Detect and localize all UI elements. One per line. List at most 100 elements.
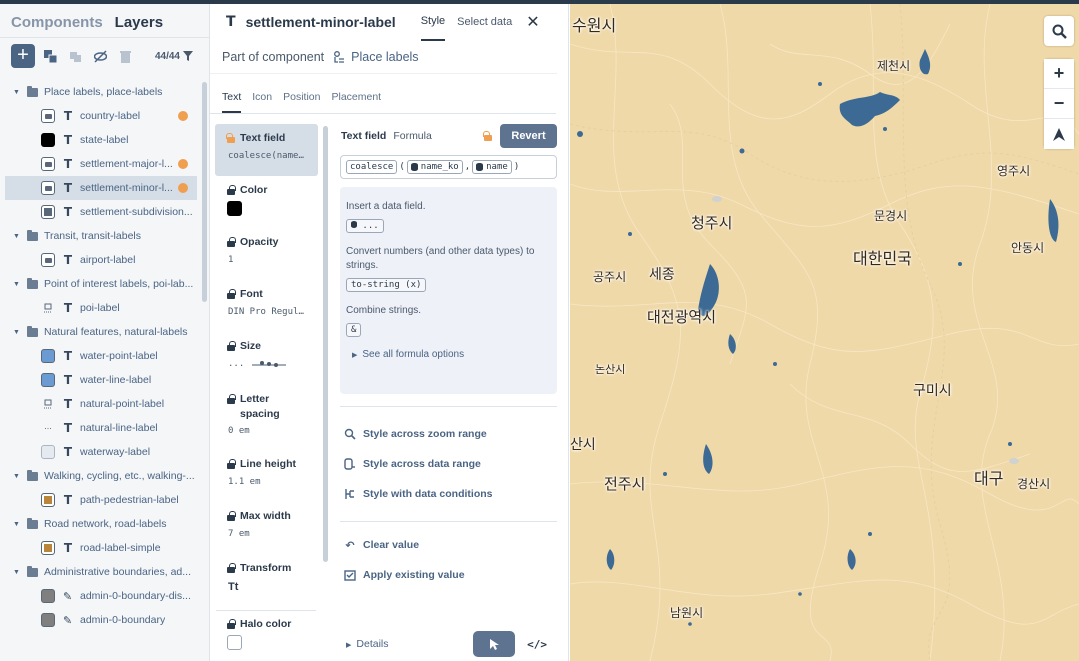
map-label[interactable]: 수원시 [572, 12, 616, 36]
map-label[interactable]: 산시 [570, 434, 596, 454]
data-field-chip[interactable]: name [472, 160, 512, 174]
tab-style[interactable]: Style [420, 3, 446, 41]
layer-group[interactable]: ▼ Point of interest labels, poi-lab... [0, 272, 200, 296]
layer-row[interactable]: Tpath-pedestrian-label [5, 488, 197, 512]
caret-down-icon[interactable]: ▼ [13, 89, 20, 96]
prop-halo-color[interactable]: Halo color [215, 610, 318, 661]
layer-row[interactable]: Tairport-label [5, 248, 197, 272]
unlocked-icon[interactable] [483, 131, 492, 141]
layer-count[interactable]: 44/44 [155, 51, 193, 62]
to-string-chip[interactable]: to-string (x) [346, 278, 427, 292]
map-view[interactable]: 수원시 제천시 영주시 청주시 문경시 세종 공주시 대한민국 안동시 대전광역… [570, 4, 1079, 661]
layer-row[interactable]: Tsettlement-subdivision... [5, 200, 197, 224]
prop-color[interactable]: Color [215, 176, 318, 228]
caret-down-icon[interactable]: ▼ [13, 329, 20, 336]
data-field-chip[interactable]: name_ko [406, 160, 463, 174]
revert-button[interactable]: Revert [500, 124, 557, 148]
details-toggle[interactable]: ▶ Details [346, 638, 389, 650]
map-label[interactable]: 제천시 [877, 57, 910, 74]
map-label[interactable]: 공주시 [593, 268, 626, 285]
layer-row[interactable]: Twater-point-label [5, 344, 197, 368]
layer-group[interactable]: ▼ Walking, cycling, etc., walking-... [0, 464, 200, 488]
tab-select-data[interactable]: Select data [457, 16, 512, 28]
layer-row[interactable]: Troad-label-simple [5, 536, 197, 560]
insert-field-chip[interactable]: ... [346, 219, 384, 233]
clear-value-button[interactable]: ↶ Clear value [340, 530, 557, 560]
map-label[interactable]: 문경시 [874, 207, 907, 224]
see-all-formulas-link[interactable]: ▶ See all formula options [352, 349, 551, 360]
layer-row[interactable]: ... Tnatural-line-label [5, 416, 197, 440]
layer-row[interactable]: Tsettlement-minor-l... [5, 176, 197, 200]
prop-transform[interactable]: Transform Tt [215, 554, 318, 606]
map-label[interactable]: 안동시 [1011, 239, 1044, 256]
zoom-in-button[interactable]: + [1044, 59, 1074, 89]
subtab-placement[interactable]: Placement [331, 91, 381, 113]
caret-down-icon[interactable]: ▼ [13, 569, 20, 576]
layer-row[interactable]: Tsettlement-major-l... [5, 152, 197, 176]
caret-down-icon[interactable]: ▼ [13, 281, 20, 288]
style-data-range-button[interactable]: Style across data range [340, 449, 557, 479]
map-label[interactable]: 경산시 [1017, 475, 1050, 492]
prop-text-field[interactable]: Text field coalesce(name_... [215, 124, 318, 176]
formula-input[interactable]: coalesce ( name_ko , name ) [340, 155, 557, 179]
map-label[interactable]: 세종 [649, 264, 675, 284]
layer-row[interactable]: Tpoi-label [5, 296, 197, 320]
layer-row[interactable]: ✎ admin-0-boundary-dis... [5, 584, 197, 608]
prop-line-height[interactable]: Line height 1.1 em [215, 450, 318, 502]
map-label[interactable]: 영주시 [997, 162, 1030, 179]
map-label[interactable]: 청주시 [691, 212, 732, 233]
map-label[interactable]: 구미시 [913, 380, 952, 400]
prop-size[interactable]: Size ... [215, 332, 318, 384]
map-label[interactable]: 대구 [974, 465, 1003, 489]
subtab-icon[interactable]: Icon [252, 91, 272, 113]
tab-components[interactable]: Components [11, 14, 103, 37]
caret-down-icon[interactable]: ▼ [13, 521, 20, 528]
trash-icon[interactable] [118, 49, 132, 63]
layer-row[interactable]: Tstate-label [5, 128, 197, 152]
search-button[interactable] [1044, 16, 1074, 46]
layer-row[interactable]: Twater-line-label [5, 368, 197, 392]
prop-opacity[interactable]: Opacity 1 [215, 228, 318, 280]
zoom-out-button[interactable]: − [1044, 89, 1074, 119]
duplicate-icon[interactable] [43, 49, 57, 63]
prop-font[interactable]: Font DIN Pro Regul... [215, 280, 318, 332]
layer-group[interactable]: ▼ Place labels, place-labels [0, 80, 200, 104]
map-label[interactable]: 남원시 [670, 604, 703, 621]
tab-layers[interactable]: Layers [115, 14, 163, 37]
prop-max-width[interactable]: Max width 7 em [215, 502, 318, 554]
layer-row[interactable]: Tnatural-point-label [5, 392, 197, 416]
color-swatch[interactable] [227, 201, 242, 216]
concat-chip[interactable]: & [346, 323, 362, 337]
code-view-button[interactable]: </> [527, 638, 547, 651]
prop-letter-spacing[interactable]: Letter spacing 0 em [215, 384, 318, 450]
subtab-text[interactable]: Text [222, 91, 242, 113]
property-scrollbar[interactable] [323, 126, 328, 562]
compass-button[interactable] [1044, 119, 1074, 149]
subtab-position[interactable]: Position [283, 91, 320, 113]
map-label[interactable]: 대전광역시 [647, 306, 716, 327]
layer-list-scrollbar[interactable] [202, 82, 207, 302]
layer-row[interactable]: Tcountry-label [5, 104, 197, 128]
inspect-button[interactable] [473, 631, 516, 657]
function-chip[interactable]: coalesce [346, 160, 398, 174]
map-label[interactable]: 논산시 [595, 361, 625, 377]
layer-group[interactable]: ▼ Natural features, natural-labels [0, 320, 200, 344]
hide-icon[interactable] [93, 49, 107, 63]
apply-existing-value-button[interactable]: Apply existing value [340, 560, 557, 590]
layer-row[interactable]: Twaterway-label [5, 440, 197, 464]
map-label[interactable]: 전주시 [604, 473, 645, 494]
group-icon[interactable] [68, 49, 82, 63]
style-data-conditions-button[interactable]: Style with data conditions [340, 479, 557, 509]
layer-group[interactable]: ▼ Transit, transit-labels [0, 224, 200, 248]
layer-group[interactable]: ▼ Administrative boundaries, ad... [0, 560, 200, 584]
caret-down-icon[interactable]: ▼ [13, 233, 20, 240]
caret-down-icon[interactable]: ▼ [13, 473, 20, 480]
layer-group[interactable]: ▼ Road network, road-labels [0, 512, 200, 536]
style-zoom-range-button[interactable]: Style across zoom range [340, 419, 557, 449]
color-swatch[interactable] [227, 635, 242, 650]
component-link[interactable]: Place labels [334, 50, 419, 64]
close-icon[interactable]: ✕ [526, 12, 539, 32]
map-label-country[interactable]: 대한민국 [853, 245, 912, 269]
add-layer-button[interactable]: + [11, 44, 35, 68]
layer-title[interactable]: settlement-minor-label [246, 14, 396, 30]
